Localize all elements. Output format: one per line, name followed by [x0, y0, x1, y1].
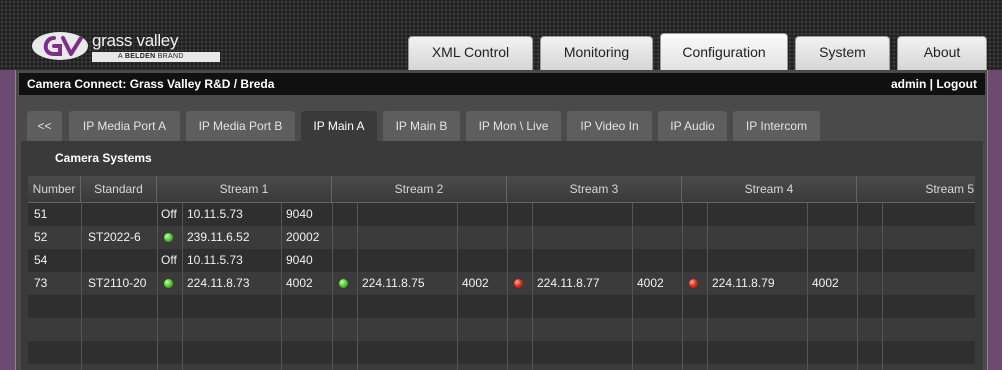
- status-green-icon: [164, 279, 173, 288]
- logo-brand-name: BELDEN: [124, 53, 156, 60]
- cell-port: 4002: [286, 276, 313, 290]
- grid-line: [682, 203, 683, 370]
- grid-line: [81, 203, 82, 370]
- sub-tab-ip-main-a[interactable]: IP Main A: [301, 111, 377, 141]
- table-row-73[interactable]: 73 ST2110-20 224.11.8.73 4002 224.11.8.7…: [28, 272, 975, 295]
- status-red-icon: [689, 279, 698, 288]
- table-row-54[interactable]: 54 Off 10.11.5.73 9040: [28, 249, 975, 272]
- sub-tab-ip-mon-live[interactable]: IP Mon \ Live: [466, 111, 561, 141]
- grid-line: [157, 203, 158, 370]
- grid-line: [857, 203, 858, 370]
- sub-tab-back[interactable]: <<: [27, 111, 62, 141]
- column-header-standard[interactable]: Standard: [81, 176, 157, 203]
- grid-line: [532, 203, 533, 370]
- cell-standard: ST2110-20: [88, 276, 147, 290]
- camera-systems-table: 51 Off 10.11.5.73 9040 52 ST2022-6 239.1…: [28, 176, 975, 370]
- tab-system[interactable]: System: [795, 36, 890, 70]
- status-green-icon: [339, 279, 348, 288]
- cell-ip: 239.11.6.52: [187, 230, 250, 244]
- grass-valley-logo-icon: [32, 32, 88, 60]
- table-row-empty: [28, 318, 975, 341]
- cell-number: 73: [34, 276, 48, 290]
- status-red-icon: [514, 279, 523, 288]
- tab-xml-control[interactable]: XML Control: [408, 36, 533, 70]
- logo-brand-suffix: BRAND: [157, 53, 184, 60]
- tab-about[interactable]: About: [897, 36, 987, 70]
- sub-tab-ip-audio[interactable]: IP Audio: [658, 111, 727, 141]
- grid-line: [457, 203, 458, 370]
- cell-number: 54: [34, 253, 48, 267]
- table-row-52[interactable]: 52 ST2022-6 239.11.6.52 20002: [28, 226, 975, 249]
- grid-line: [357, 203, 358, 370]
- grid-line: [332, 203, 333, 370]
- cell-port: 20002: [286, 230, 320, 244]
- cell-port: 9040: [286, 253, 313, 267]
- table-row-empty: [28, 364, 975, 370]
- table-row-empty: [28, 295, 975, 318]
- cell-ip: 10.11.5.73: [187, 207, 243, 221]
- tab-configuration[interactable]: Configuration: [660, 33, 788, 70]
- column-header-stream-1[interactable]: Stream 1: [157, 176, 332, 203]
- cell-ip: 224.11.8.77: [537, 276, 600, 290]
- user-logout-link[interactable]: admin | Logout: [891, 73, 977, 95]
- status-off-label: Off: [161, 207, 177, 221]
- column-header-stream-5[interactable]: Stream 5: [857, 176, 975, 203]
- cell-port: 4002: [637, 276, 664, 290]
- cell-port: 9040: [286, 207, 313, 221]
- logo-brand-prefix: A: [118, 53, 123, 60]
- grid-line: [707, 203, 708, 370]
- column-header-stream-2[interactable]: Stream 2: [332, 176, 507, 203]
- cell-number: 51: [34, 207, 48, 221]
- sub-tab-ip-media-port-a[interactable]: IP Media Port A: [69, 111, 180, 141]
- cell-ip: 224.11.8.75: [362, 276, 425, 290]
- logo-brand-bar: A BELDEN BRAND: [92, 52, 220, 62]
- header-bar: Camera Connect: Grass Valley R&D / Breda…: [19, 73, 985, 95]
- cell-port: 4002: [812, 276, 839, 290]
- grid-line: [507, 203, 508, 370]
- sub-tab-ip-video-in[interactable]: IP Video In: [567, 111, 652, 141]
- page-title: Camera Connect: Grass Valley R&D / Breda: [27, 77, 275, 91]
- grid-line: [281, 203, 282, 370]
- logo-name: grass valley: [92, 31, 179, 50]
- tab-monitoring[interactable]: Monitoring: [540, 36, 653, 70]
- cell-port: 4002: [462, 276, 489, 290]
- status-green-icon: [164, 233, 173, 242]
- grid-line: [807, 203, 808, 370]
- panel-title: Camera Systems: [55, 151, 152, 165]
- column-header-stream-3[interactable]: Stream 3: [507, 176, 682, 203]
- cell-ip: 224.11.8.79: [712, 276, 775, 290]
- cell-ip: 10.11.5.73: [187, 253, 243, 267]
- sub-tab-ip-main-b[interactable]: IP Main B: [383, 111, 460, 141]
- column-header-stream-4[interactable]: Stream 4: [682, 176, 857, 203]
- sub-tab-ip-intercom[interactable]: IP Intercom: [733, 111, 820, 141]
- cell-number: 52: [34, 230, 48, 244]
- grass-valley-logo: grass valley A BELDEN BRAND: [30, 30, 220, 64]
- table-row-51[interactable]: 51 Off 10.11.5.73 9040: [28, 203, 975, 226]
- grid-line: [632, 203, 633, 370]
- cell-ip: 224.11.8.73: [187, 276, 250, 290]
- grid-line: [182, 203, 183, 370]
- column-header-number[interactable]: Number: [28, 176, 81, 203]
- sub-tab-ip-media-port-b[interactable]: IP Media Port B: [186, 111, 295, 141]
- grid-line: [882, 203, 883, 370]
- cell-standard: ST2022-6: [88, 230, 141, 244]
- status-off-label: Off: [161, 253, 177, 267]
- table-row-empty: [28, 341, 975, 364]
